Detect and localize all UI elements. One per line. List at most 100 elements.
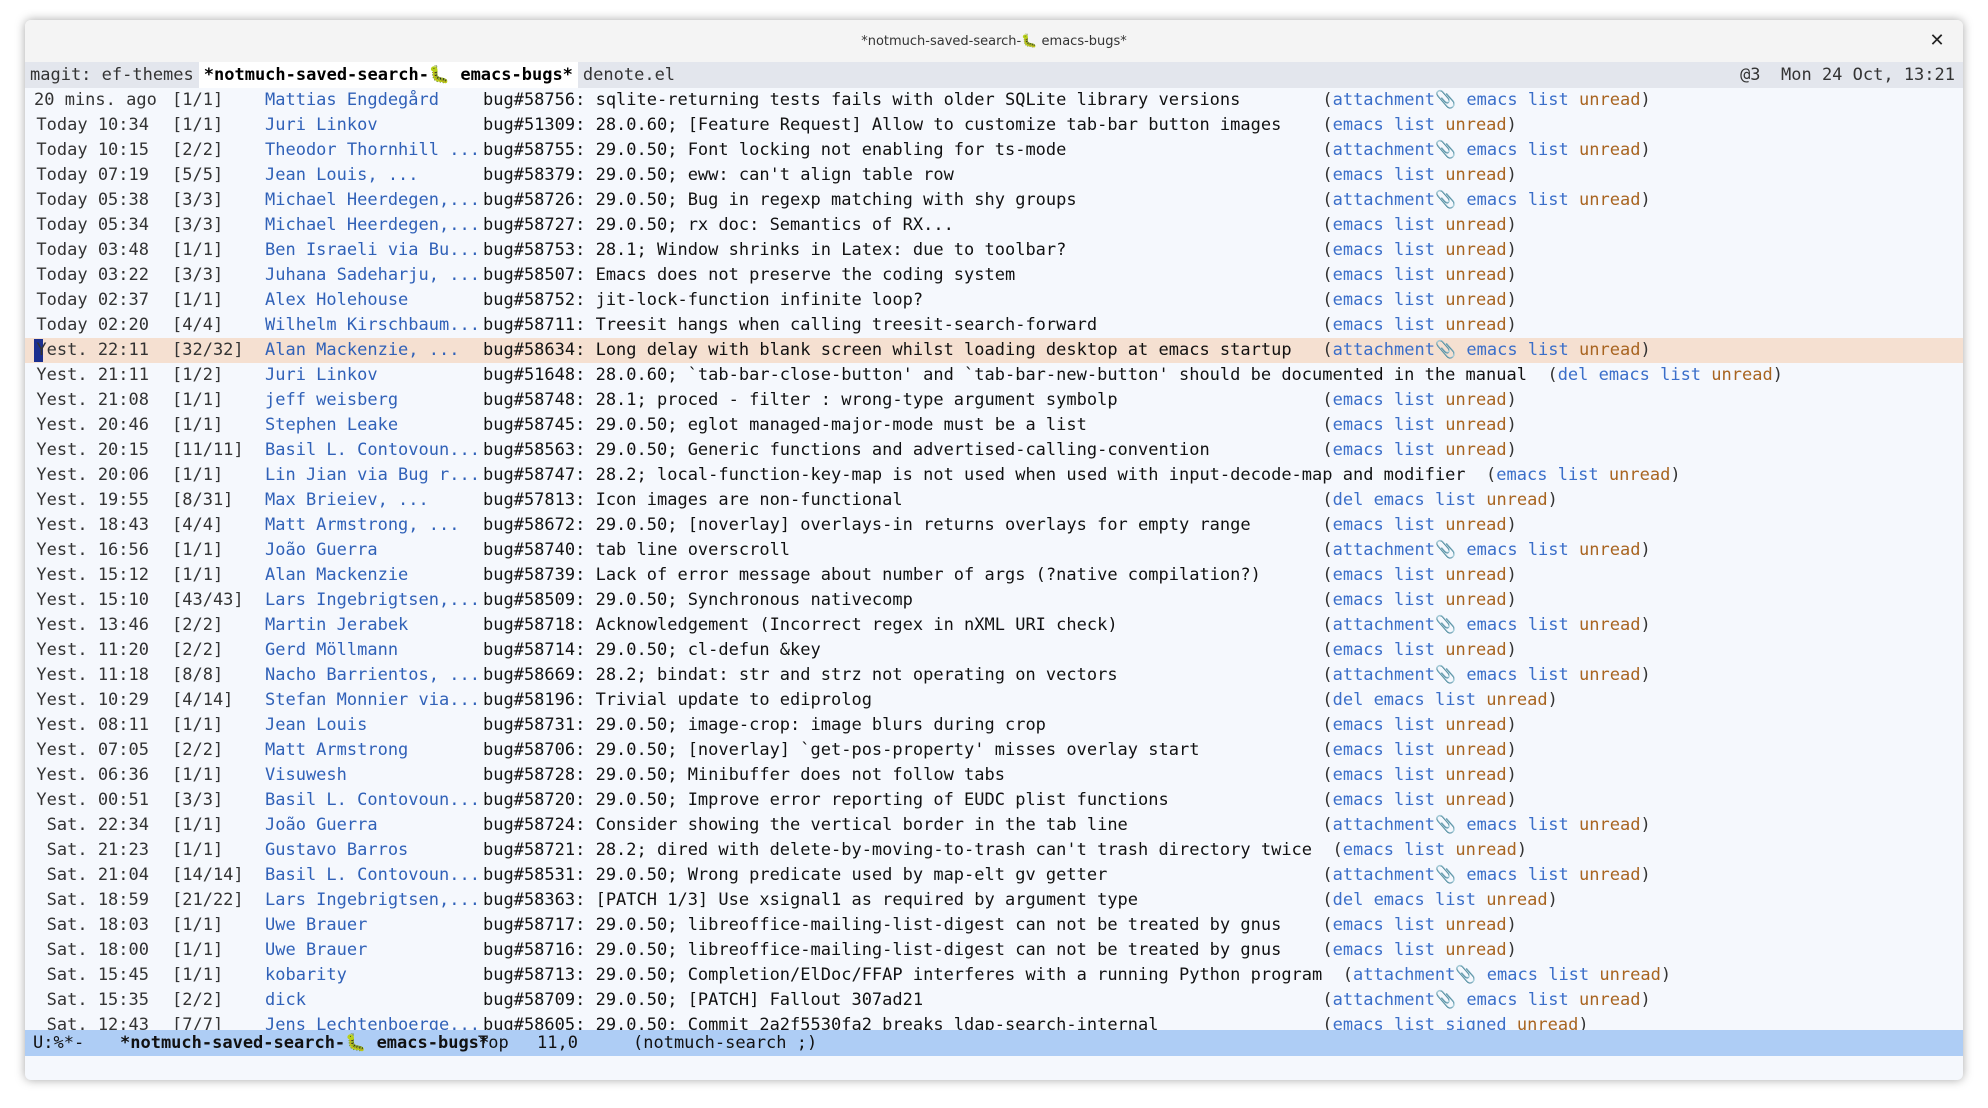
tag-emacs[interactable]: emacs	[1333, 940, 1384, 960]
tag-list[interactable]: list	[1394, 515, 1435, 535]
tag-unread[interactable]: unread	[1445, 915, 1506, 935]
tag-emacs[interactable]: emacs	[1466, 540, 1517, 560]
tag-list[interactable]: list	[1528, 815, 1569, 835]
tag-emacs[interactable]: emacs	[1333, 315, 1384, 335]
tag-emacs[interactable]: emacs	[1333, 765, 1384, 785]
thread-row[interactable]: Today 10:15 [2/2] Theodor Thornhill ... bug…	[25, 138, 1963, 163]
tag-emacs[interactable]: emacs	[1333, 215, 1384, 235]
tag-attachment[interactable]: attachment	[1333, 90, 1435, 110]
tag-unread[interactable]: unread	[1455, 840, 1516, 860]
tag-attachment[interactable]: attachment	[1353, 965, 1455, 985]
tag-list[interactable]: list	[1394, 565, 1435, 585]
thread-row[interactable]: Yest. 07:05 [2/2] Matt Armstrong bug#58706:…	[25, 738, 1963, 763]
tag-emacs[interactable]: emacs	[1333, 740, 1384, 760]
thread-row[interactable]: Yest. 15:10 [43/43] Lars Ingebrigtsen,... b…	[25, 588, 1963, 613]
tag-unread[interactable]: unread	[1579, 665, 1640, 685]
thread-row[interactable]: Yest. 06:36 [1/1] Visuwesh bug#58728: 29.0.…	[25, 763, 1963, 788]
tag-list[interactable]: list	[1394, 790, 1435, 810]
thread-row[interactable]: Today 05:38 [3/3] Michael Heerdegen,... bug…	[25, 188, 1963, 213]
tag-emacs[interactable]: emacs	[1466, 865, 1517, 885]
tab-2[interactable]: denote.el	[578, 62, 680, 88]
tab-0[interactable]: magit: ef-themes	[25, 62, 199, 88]
thread-row[interactable]: Sat. 21:23 [1/1] Gustavo Barros bug#58721: …	[25, 838, 1963, 863]
thread-row[interactable]: Sat. 21:04 [14/14] Basil L. Contovoun... bu…	[25, 863, 1963, 888]
tag-list[interactable]: list	[1528, 340, 1569, 360]
tag-unread[interactable]: unread	[1579, 90, 1640, 110]
tag-unread[interactable]: unread	[1445, 215, 1506, 235]
close-icon[interactable]: ✕	[1925, 29, 1949, 53]
thread-row[interactable]: Today 03:22 [3/3] Juhana Sadeharju, ... bug…	[25, 263, 1963, 288]
tag-list[interactable]: list	[1528, 665, 1569, 685]
tag-list[interactable]: list	[1528, 865, 1569, 885]
tab-1[interactable]: *notmuch-saved-search-🐛 emacs-bugs*	[198, 62, 578, 88]
thread-row[interactable]: Sat. 18:59 [21/22] Lars Ingebrigtsen,... bu…	[25, 888, 1963, 913]
thread-row[interactable]: Sat. 15:45 [1/1] kobarity bug#58713: 29.0.5…	[25, 963, 1963, 988]
tag-list[interactable]: list	[1660, 365, 1701, 385]
tag-unread[interactable]: unread	[1445, 115, 1506, 135]
tag-del[interactable]: del	[1333, 690, 1364, 710]
tag-emacs[interactable]: emacs	[1333, 290, 1384, 310]
thread-row[interactable]: Yest. 21:11 [1/2] Juri Linkov bug#51648: 28…	[25, 363, 1963, 388]
thread-row[interactable]: Today 05:34 [3/3] Michael Heerdegen,... bug…	[25, 213, 1963, 238]
tag-list[interactable]: list	[1394, 590, 1435, 610]
tag-list[interactable]: list	[1394, 165, 1435, 185]
tag-list[interactable]: list	[1394, 315, 1435, 335]
tag-emacs[interactable]: emacs	[1333, 715, 1384, 735]
tag-list[interactable]: list	[1394, 415, 1435, 435]
tag-del[interactable]: del	[1558, 365, 1589, 385]
tag-attachment[interactable]: attachment	[1333, 865, 1435, 885]
tag-emacs[interactable]: emacs	[1343, 840, 1394, 860]
tag-unread[interactable]: unread	[1579, 815, 1640, 835]
tag-attachment[interactable]: attachment	[1333, 815, 1435, 835]
tag-list[interactable]: list	[1394, 215, 1435, 235]
tag-unread[interactable]: unread	[1445, 515, 1506, 535]
tag-unread[interactable]: unread	[1579, 190, 1640, 210]
tag-unread[interactable]: unread	[1445, 390, 1506, 410]
tag-list[interactable]: list	[1394, 390, 1435, 410]
tag-list[interactable]: list	[1394, 240, 1435, 260]
tag-unread[interactable]: unread	[1445, 165, 1506, 185]
thread-row[interactable]: Today 07:19 [5/5] Jean Louis, ... bug#58379…	[25, 163, 1963, 188]
tag-emacs[interactable]: emacs	[1466, 990, 1517, 1010]
tag-emacs[interactable]: emacs	[1333, 565, 1384, 585]
thread-row[interactable]: Yest. 20:46 [1/1] Stephen Leake bug#58745: …	[25, 413, 1963, 438]
tag-list[interactable]: list	[1394, 740, 1435, 760]
tag-unread[interactable]: unread	[1445, 765, 1506, 785]
tag-attachment[interactable]: attachment	[1333, 340, 1435, 360]
tag-emacs[interactable]: emacs	[1333, 590, 1384, 610]
tag-list[interactable]: list	[1435, 490, 1476, 510]
tag-unread[interactable]: unread	[1445, 290, 1506, 310]
tag-emacs[interactable]: emacs	[1466, 90, 1517, 110]
tag-attachment[interactable]: attachment	[1333, 665, 1435, 685]
tag-list[interactable]: list	[1394, 265, 1435, 285]
tag-emacs[interactable]: emacs	[1333, 165, 1384, 185]
tag-unread[interactable]: unread	[1579, 340, 1640, 360]
tag-list[interactable]: list	[1435, 890, 1476, 910]
thread-row[interactable]: Sat. 22:34 [1/1] João Guerra bug#58724: Con…	[25, 813, 1963, 838]
tag-list[interactable]: list	[1548, 965, 1589, 985]
modeline-major-mode[interactable]: (notmuch-search ;)	[633, 1030, 817, 1056]
tag-unread[interactable]: unread	[1445, 790, 1506, 810]
tag-unread[interactable]: unread	[1445, 440, 1506, 460]
thread-row[interactable]: Yest. 10:29 [4/14] Stefan Monnier via... bu…	[25, 688, 1963, 713]
tag-del[interactable]: del	[1333, 890, 1364, 910]
tag-attachment[interactable]: attachment	[1333, 190, 1435, 210]
tag-unread[interactable]: unread	[1445, 740, 1506, 760]
tag-unread[interactable]: unread	[1445, 640, 1506, 660]
thread-row[interactable]: Yest. 20:06 [1/1] Lin Jian via Bug r... bug…	[25, 463, 1963, 488]
thread-row[interactable]: Yest. 11:18 [8/8] Nacho Barrientos, ... bug…	[25, 663, 1963, 688]
tag-unread[interactable]: unread	[1579, 615, 1640, 635]
thread-row[interactable]: Yest. 15:12 [1/1] Alan Mackenzie bug#58739:…	[25, 563, 1963, 588]
tag-emacs[interactable]: emacs	[1333, 440, 1384, 460]
tag-emacs[interactable]: emacs	[1374, 690, 1425, 710]
tag-unread[interactable]: unread	[1579, 865, 1640, 885]
thread-row[interactable]: Yest. 21:08 [1/1] jeff weisberg bug#58748: …	[25, 388, 1963, 413]
tag-unread[interactable]: unread	[1579, 140, 1640, 160]
modeline-buffer-name[interactable]: *notmuch-saved-search-🐛 emacs-bugs*	[120, 1030, 489, 1056]
tag-list[interactable]: list	[1528, 190, 1569, 210]
thread-row[interactable]: Yest. 13:46 [2/2] Martin Jerabek bug#58718:…	[25, 613, 1963, 638]
tag-list[interactable]: list	[1528, 615, 1569, 635]
tag-unread[interactable]: unread	[1609, 465, 1670, 485]
tag-list[interactable]: list	[1394, 290, 1435, 310]
tag-emacs[interactable]: emacs	[1466, 340, 1517, 360]
